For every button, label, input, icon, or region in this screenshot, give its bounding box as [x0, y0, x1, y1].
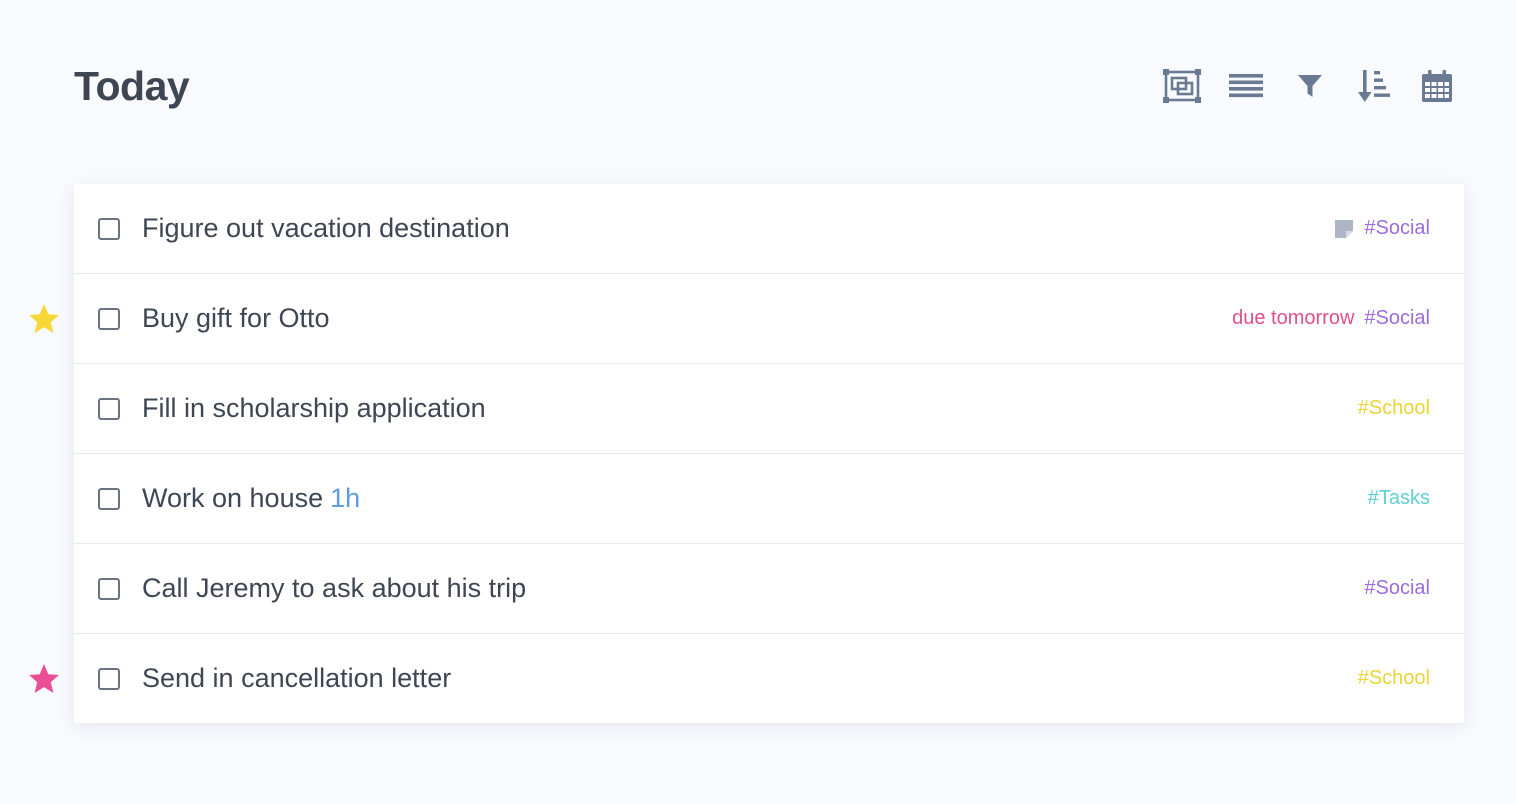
task-title-text: Call Jeremy to ask about his trip	[142, 573, 527, 603]
task-list: Figure out vacation destination #Social Bu…	[29, 184, 1464, 723]
star-icon[interactable]	[27, 302, 61, 336]
task-title[interactable]: Send in cancellation letter	[142, 663, 1358, 694]
list-view-button[interactable]	[1214, 62, 1278, 110]
star-icon[interactable]	[27, 662, 61, 696]
task-title[interactable]: Call Jeremy to ask about his trip	[142, 573, 1364, 604]
task-title[interactable]: Figure out vacation destination	[142, 213, 1334, 244]
focus-icon	[1163, 69, 1201, 103]
task-title[interactable]: Fill in scholarship application	[142, 393, 1358, 424]
toolbar	[1150, 62, 1452, 110]
task-meta: #Social	[1364, 577, 1430, 600]
task-checkbox[interactable]	[98, 217, 120, 240]
task-title[interactable]: Buy gift for Otto	[142, 303, 1232, 334]
note-icon[interactable]	[1334, 219, 1354, 239]
page-title: Today	[74, 62, 190, 109]
task-title-text: Work on house	[142, 483, 324, 513]
task-duration: 1h	[330, 483, 361, 513]
calendar-icon	[1422, 70, 1452, 102]
list-view-icon	[1229, 74, 1263, 98]
due-label: due tomorrow	[1232, 307, 1355, 329]
task-checkbox[interactable]	[98, 577, 120, 600]
task-checkbox[interactable]	[98, 487, 120, 510]
focus-button[interactable]	[1150, 62, 1214, 110]
tag-label[interactable]: #School	[1358, 397, 1430, 420]
task-row[interactable]: Figure out vacation destination #Social	[74, 184, 1464, 274]
task-row[interactable]: Buy gift for Otto due tomorrow #Social	[29, 274, 1464, 364]
task-meta: #Tasks	[1368, 487, 1430, 510]
task-checkbox[interactable]	[98, 397, 120, 420]
tag-label[interactable]: #Social	[1364, 217, 1430, 240]
task-checkbox[interactable]	[98, 667, 120, 690]
task-row[interactable]: Call Jeremy to ask about his trip #Social	[74, 544, 1464, 634]
sort-icon	[1358, 70, 1390, 102]
task-row[interactable]: Work on house 1h #Tasks	[74, 454, 1464, 544]
task-title-text: Fill in scholarship application	[142, 393, 486, 423]
filter-button[interactable]	[1278, 62, 1342, 110]
task-meta: #School	[1358, 397, 1430, 420]
task-checkbox[interactable]	[98, 307, 120, 330]
sort-button[interactable]	[1342, 62, 1406, 110]
tag-label[interactable]: #Social	[1364, 307, 1430, 330]
page-header: Today	[74, 58, 1452, 114]
task-title[interactable]: Work on house 1h	[142, 483, 1368, 514]
tag-label[interactable]: #School	[1358, 667, 1430, 690]
filter-icon	[1298, 75, 1322, 97]
tag-label[interactable]: #Tasks	[1368, 487, 1430, 510]
task-title-text: Send in cancellation letter	[142, 663, 452, 693]
task-row[interactable]: Send in cancellation letter #School	[29, 634, 1464, 723]
task-title-text: Figure out vacation destination	[142, 213, 510, 243]
task-meta: #School	[1358, 667, 1430, 690]
calendar-button[interactable]	[1406, 62, 1452, 110]
task-row[interactable]: Fill in scholarship application #School	[74, 364, 1464, 454]
task-meta: #Social	[1334, 217, 1430, 240]
task-meta: due tomorrow #Social	[1232, 307, 1430, 330]
task-title-text: Buy gift for Otto	[142, 303, 330, 333]
tag-label[interactable]: #Social	[1364, 577, 1430, 600]
